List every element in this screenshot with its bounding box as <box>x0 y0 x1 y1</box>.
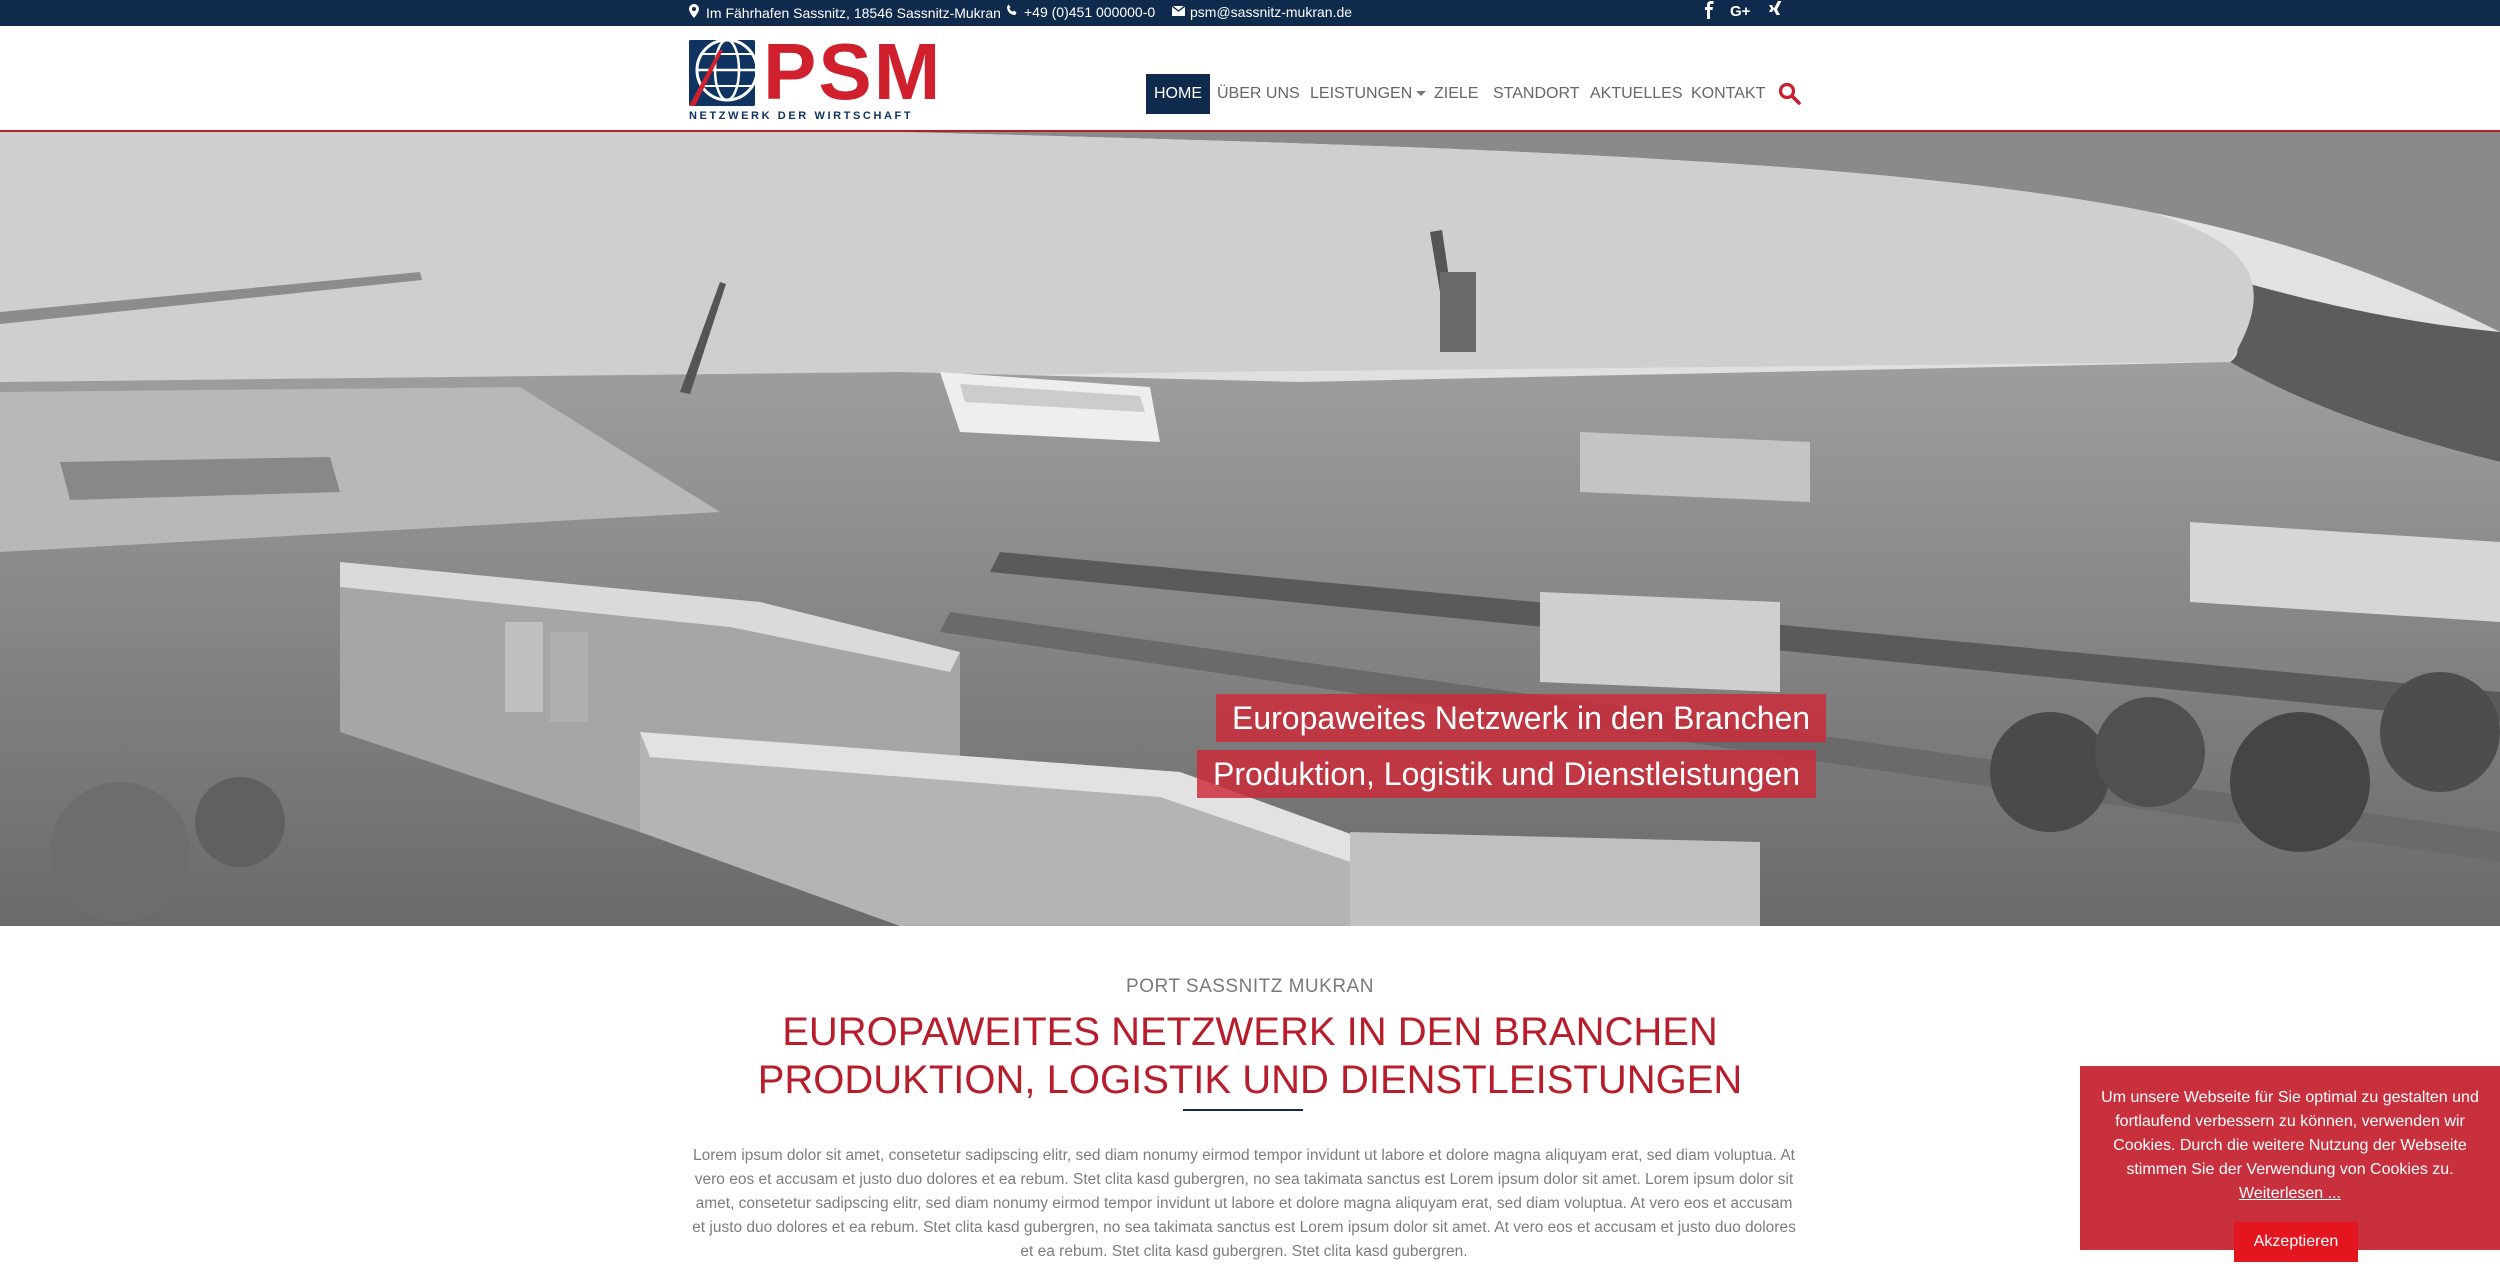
email-item[interactable]: psm@sassnitz-mukran.de <box>1171 4 1352 20</box>
xing-icon[interactable] <box>1768 1 1784 24</box>
logo-wordmark: PSM <box>763 27 943 116</box>
address-text: Im Fährhafen Sassnitz, 18546 Sassnitz-Mu… <box>706 5 1001 21</box>
nav-home[interactable]: HOME <box>1146 74 1210 114</box>
nav-aktuelles-label[interactable]: AKTUELLES <box>1590 85 1682 102</box>
hero-caption-line2: Produktion, Logistik und Dienstleistunge… <box>1197 750 1817 798</box>
address-item: Im Fährhafen Sassnitz, 18546 Sassnitz-Mu… <box>688 4 1001 22</box>
nav-leistungen[interactable]: LEISTUNGEN <box>1310 74 1427 114</box>
headline-divider <box>1183 1109 1303 1111</box>
nav-kontakt-label[interactable]: KONTAKT <box>1691 85 1765 102</box>
google-plus-icon[interactable]: G+ <box>1730 1 1754 24</box>
email-text[interactable]: psm@sassnitz-mukran.de <box>1190 4 1352 20</box>
section-headline-line1: EUROPAWEITES NETZWERK IN DEN BRANCHEN <box>782 1010 1718 1054</box>
cookie-banner: Um unsere Webseite für Sie optimal zu ge… <box>2080 1066 2500 1262</box>
phone-item[interactable]: +49 (0)451 000000-0 <box>1006 4 1155 20</box>
map-marker-icon <box>688 4 700 22</box>
globe-icon <box>689 40 755 106</box>
chevron-down-icon <box>1416 91 1427 97</box>
cookie-text-block: Um unsere Webseite für Sie optimal zu ge… <box>2100 1086 2480 1206</box>
top-bar: Im Fährhafen Sassnitz, 18546 Sassnitz-Mu… <box>0 0 2500 26</box>
nav-kontakt[interactable]: KONTAKT <box>1691 74 1765 114</box>
nav-leistungen-label[interactable]: LEISTUNGEN <box>1310 85 1412 102</box>
hero-banner: Europaweites Netzwerk in den Branchen Pr… <box>0 132 2500 926</box>
site-header: PSM NETZWERK DER WIRTSCHAFT HOME ÜBER UN… <box>0 26 2500 132</box>
phone-icon <box>1006 4 1018 20</box>
logo-tagline: NETZWERK DER WIRTSCHAFT <box>689 110 914 122</box>
nav-standort-label[interactable]: STANDORT <box>1493 85 1580 102</box>
nav-home-label[interactable]: HOME <box>1154 85 1202 102</box>
nav-aktuelles[interactable]: AKTUELLES <box>1590 74 1682 114</box>
cookie-accept-button[interactable]: Akzeptieren <box>2234 1222 2358 1262</box>
nav-ueber-uns-label[interactable]: ÜBER UNS <box>1217 85 1300 102</box>
nav-ziele-label[interactable]: ZIELE <box>1434 85 1478 102</box>
harbor-aerial-photo <box>0 132 2500 926</box>
nav-standort[interactable]: STANDORT <box>1493 74 1580 114</box>
hero-caption-line1: Europaweites Netzwerk in den Branchen <box>1216 694 1827 742</box>
nav-ueber-uns[interactable]: ÜBER UNS <box>1217 74 1300 114</box>
envelope-icon <box>1171 4 1186 20</box>
nav-ziele[interactable]: ZIELE <box>1434 74 1478 114</box>
cookie-read-more-link[interactable]: Weiterlesen ... <box>2239 1185 2341 1202</box>
search-icon[interactable] <box>1778 82 1802 106</box>
facebook-icon[interactable] <box>1703 1 1715 24</box>
logo[interactable]: PSM NETZWERK DER WIRTSCHAFT <box>689 30 944 124</box>
section-kicker: PORT SASSNITZ MUKRAN <box>1126 976 1374 997</box>
cookie-message: Um unsere Webseite für Sie optimal zu ge… <box>2101 1089 2479 1178</box>
phone-text[interactable]: +49 (0)451 000000-0 <box>1024 4 1155 20</box>
svg-text:G+: G+ <box>1730 3 1751 19</box>
intro-body-text: Lorem ipsum dolor sit amet, consetetur s… <box>692 1147 1796 1260</box>
